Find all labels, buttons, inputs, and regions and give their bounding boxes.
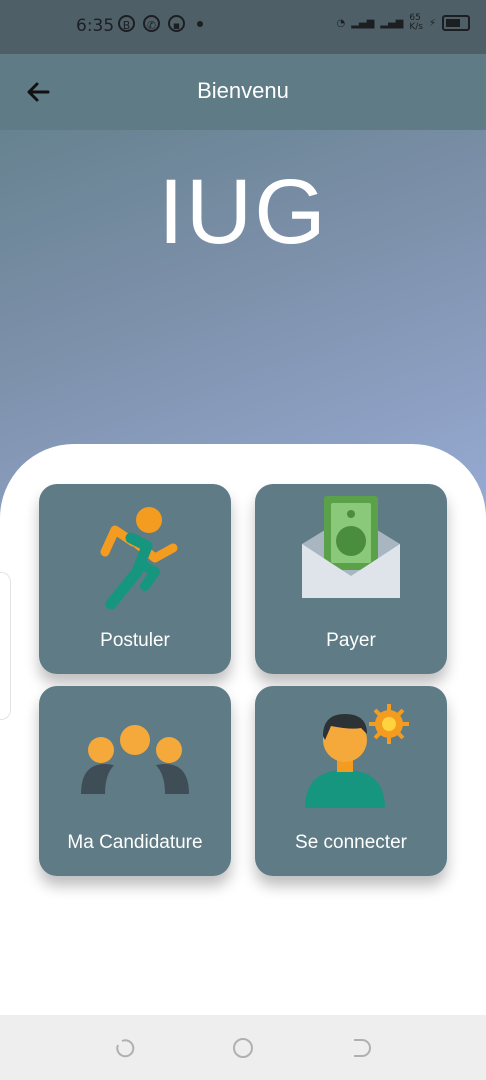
home-button[interactable] (232, 1037, 254, 1059)
status-system-icons: ◔ ▂▄▆ ▂▄▆ 65 K/s ⚡ (336, 14, 470, 32)
signal-icon: ▂▄▆ (351, 17, 375, 29)
tile-payer-label: Payer (326, 630, 376, 651)
system-navigation-bar (0, 1015, 486, 1080)
tile-postuler[interactable]: Postuler (39, 484, 231, 674)
data-usage-icon: ◔ (336, 17, 346, 29)
network-rate: 65 K/s (409, 13, 423, 32)
status-bar: 6:35 B ✆ ▪ ◔ ▂▄▆ ▂▄▆ 65 K/s ⚡ (0, 0, 486, 54)
tile-ma-candidature-label: Ma Candidature (67, 832, 203, 853)
tile-se-connecter-label: Se connecter (295, 832, 407, 853)
tile-ma-candidature[interactable]: Ma Candidature (39, 686, 231, 876)
signal-icon-2: ▂▄▆ (380, 17, 404, 29)
more-notifications-icon (197, 20, 203, 27)
whatsapp-icon: ✆ (143, 15, 160, 32)
brand-title: IUG (158, 161, 328, 263)
status-time: 6:35 (76, 16, 115, 36)
side-drawer-handle[interactable] (0, 572, 11, 720)
tile-payer[interactable]: Payer (255, 484, 447, 674)
media-icon: ▪ (168, 15, 185, 32)
battery-icon (442, 15, 470, 31)
user-sun-icon (305, 704, 409, 808)
charging-icon: ⚡ (428, 17, 436, 29)
recent-apps-button[interactable] (114, 1037, 136, 1059)
back-nav-button[interactable] (350, 1037, 372, 1059)
page-title: Bienvenu (197, 78, 289, 103)
tile-postuler-label: Postuler (100, 630, 170, 651)
money-envelope-icon (302, 496, 400, 598)
runner-icon (100, 507, 178, 610)
sun-icon (369, 704, 409, 744)
status-notification-icons: B ✆ ▪ (118, 15, 203, 32)
bold-b-notification-icon: B (118, 15, 135, 32)
tile-se-connecter[interactable]: Se connecter (255, 686, 447, 876)
group-icon (81, 725, 189, 794)
